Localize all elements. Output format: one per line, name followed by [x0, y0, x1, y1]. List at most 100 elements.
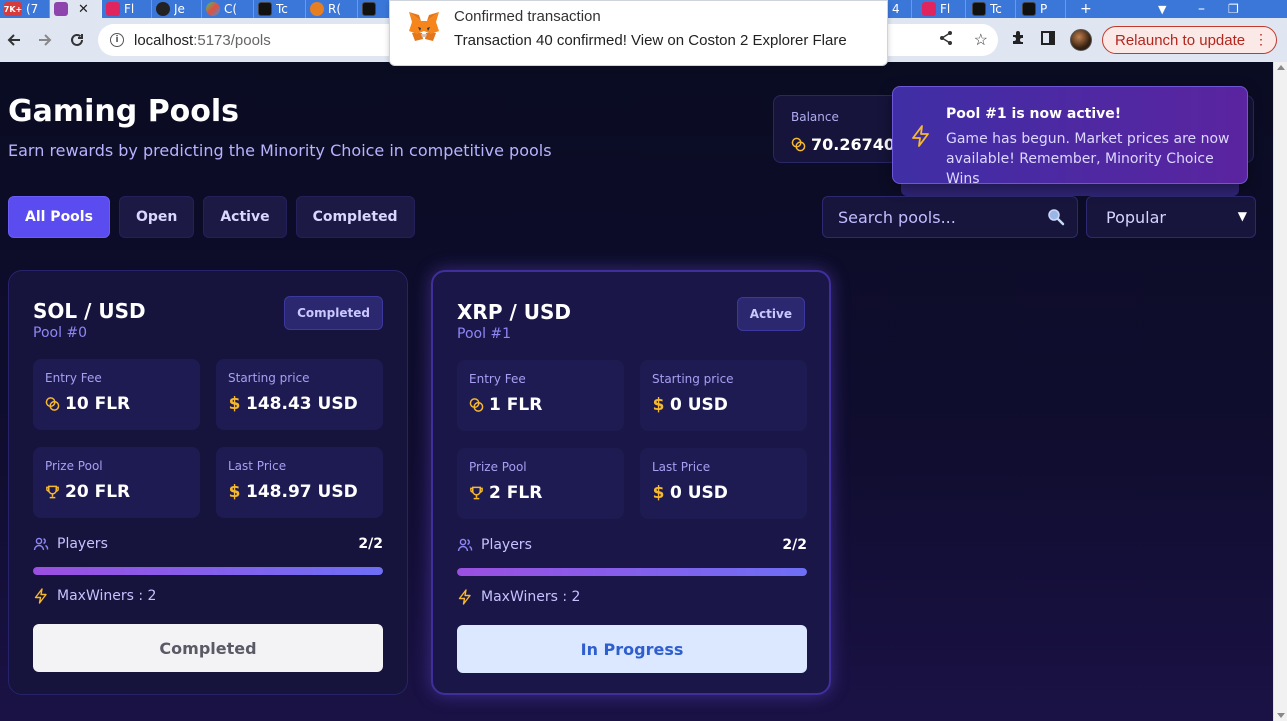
relaunch-to-update-button[interactable]: Relaunch to update ⋮	[1102, 26, 1277, 54]
pool-name: SOL / USD	[33, 299, 146, 323]
players-row: Players 2/2	[33, 536, 383, 552]
pool-card: XRP / USD Pool #1 Active Entry Fee 1 FLR…	[431, 270, 831, 695]
extensions-puzzle-icon[interactable]	[1010, 30, 1026, 51]
browser-tab[interactable]: R(	[306, 0, 358, 18]
players-progress-fill	[33, 567, 383, 575]
lightning-bolt-icon	[912, 125, 929, 147]
stat-value-row: $ 0 USD	[652, 483, 728, 503]
stat-value-row: 10 FLR	[45, 394, 130, 414]
stat-value-row: 1 FLR	[469, 395, 542, 415]
search-placeholder: Search pools...	[838, 207, 956, 227]
pool-name: XRP / USD	[457, 300, 571, 324]
toast-message: Game has begun. Market prices are now av…	[946, 131, 1230, 187]
stat-value-row: 20 FLR	[45, 482, 130, 502]
scroll-up-arrow-icon[interactable]	[1277, 65, 1285, 70]
new-tab-icon[interactable]: +	[1080, 0, 1092, 18]
profile-avatar[interactable]	[1070, 29, 1092, 51]
starting-price-stat: Starting price $ 0 USD	[640, 360, 807, 431]
filter-open[interactable]: Open	[118, 196, 195, 238]
dollar-icon: $	[228, 482, 241, 502]
status-badge: Active	[736, 297, 805, 331]
search-input[interactable]: Search pools...	[822, 196, 1078, 238]
browser-tab[interactable]: Fl	[102, 0, 152, 18]
url-path: :5173/pools	[193, 31, 271, 49]
metamask-notification[interactable]: Confirmed transaction Transaction 40 con…	[389, 0, 888, 66]
pool-active-toast[interactable]: Pool #1 is now active! Game has begun. M…	[892, 86, 1248, 187]
last-price-stat: Last Price $ 148.97 USD	[216, 447, 383, 518]
browser-tab[interactable]: C(	[202, 0, 254, 18]
users-icon	[33, 537, 49, 551]
toast-title: Pool #1 is now active!	[946, 106, 1122, 122]
browser-tab[interactable]: 4	[888, 0, 912, 18]
tab-title: Tc	[276, 2, 288, 16]
notification-title: Confirmed transaction	[454, 8, 601, 25]
lightning-bolt-icon	[458, 589, 471, 605]
max-winners-text: MaxWiners : 2	[57, 588, 157, 604]
tab-favicon	[106, 2, 120, 16]
more-menu-icon[interactable]: ⋮	[1254, 31, 1268, 48]
chevron-down-icon: ▼	[1237, 209, 1247, 223]
tab-search-chevron-icon[interactable]: ▼	[1158, 0, 1166, 18]
stat-label: Starting price	[652, 372, 734, 386]
filter-active[interactable]: Active	[203, 196, 287, 238]
stat-label: Entry Fee	[45, 371, 102, 385]
pool-completed-button[interactable]: Completed	[33, 624, 383, 672]
players-label: Players	[481, 537, 532, 553]
maximize-icon[interactable]: ❐	[1228, 0, 1239, 18]
back-arrow-icon[interactable]	[1, 27, 27, 53]
pool-filter-tabs: All Pools Open Active Completed	[8, 196, 415, 238]
dollar-icon: $	[652, 395, 665, 415]
tab-title: R(	[328, 2, 342, 16]
tab-title: (7	[26, 2, 38, 16]
minimize-icon[interactable]: –	[1198, 0, 1205, 18]
browser-tab[interactable]: Fl	[918, 0, 966, 18]
tab-close-icon[interactable]: ✕	[78, 2, 89, 17]
trophy-icon	[470, 486, 483, 500]
browser-tab[interactable]: 7K+ (7	[0, 0, 50, 18]
browser-tab[interactable]: Tc	[968, 0, 1016, 18]
scroll-down-arrow-icon[interactable]	[1277, 713, 1285, 718]
forward-arrow-icon[interactable]	[32, 27, 58, 53]
github-icon	[156, 2, 170, 16]
tab-favicon	[206, 2, 220, 16]
filter-all-pools[interactable]: All Pools	[8, 196, 110, 238]
search-icon[interactable]	[1047, 208, 1065, 226]
tab-favicon	[1022, 2, 1036, 16]
tab-title: C(	[224, 2, 238, 16]
browser-tab[interactable]: Tc	[254, 0, 306, 18]
browser-tab-active[interactable]: ✕	[50, 0, 102, 18]
max-winners-row: MaxWiners : 2	[457, 589, 580, 605]
metamask-fox-icon	[409, 12, 439, 41]
tab-title: Tc	[990, 2, 1002, 16]
browser-tab[interactable]: P	[1018, 0, 1066, 18]
tab-title: Fl	[124, 2, 135, 16]
page-scrollbar[interactable]	[1273, 62, 1287, 721]
browser-tab[interactable]: Je	[152, 0, 202, 18]
users-icon	[457, 538, 473, 552]
tab-title: 4	[892, 2, 900, 16]
pool-in-progress-button[interactable]: In Progress	[457, 625, 807, 673]
side-panel-icon[interactable]	[1040, 30, 1056, 51]
filter-completed[interactable]: Completed	[295, 196, 415, 238]
prize-pool-value: 20 FLR	[65, 482, 131, 502]
stat-value-row: 2 FLR	[469, 483, 542, 503]
entry-fee-value: 10 FLR	[65, 394, 131, 414]
browser-tab[interactable]	[358, 0, 390, 18]
site-info-icon[interactable]: i	[110, 33, 124, 47]
players-progress-bar	[33, 567, 383, 575]
share-icon[interactable]	[938, 30, 954, 51]
stat-label: Starting price	[228, 371, 310, 385]
tab-favicon	[258, 2, 272, 16]
pool-id: Pool #0	[33, 325, 88, 341]
page-title: Gaming Pools	[8, 94, 240, 129]
entry-fee-stat: Entry Fee 1 FLR	[457, 360, 624, 431]
reload-icon[interactable]	[64, 27, 90, 53]
coins-icon	[469, 398, 484, 412]
entry-fee-stat: Entry Fee 10 FLR	[33, 359, 200, 430]
bookmark-star-icon[interactable]: ☆	[974, 30, 988, 50]
sort-select[interactable]: Popular ▼	[1086, 196, 1256, 238]
x-icon	[362, 2, 376, 16]
dollar-icon: $	[228, 394, 241, 414]
tab-favicon	[922, 2, 936, 16]
vite-favicon-icon	[54, 2, 68, 16]
